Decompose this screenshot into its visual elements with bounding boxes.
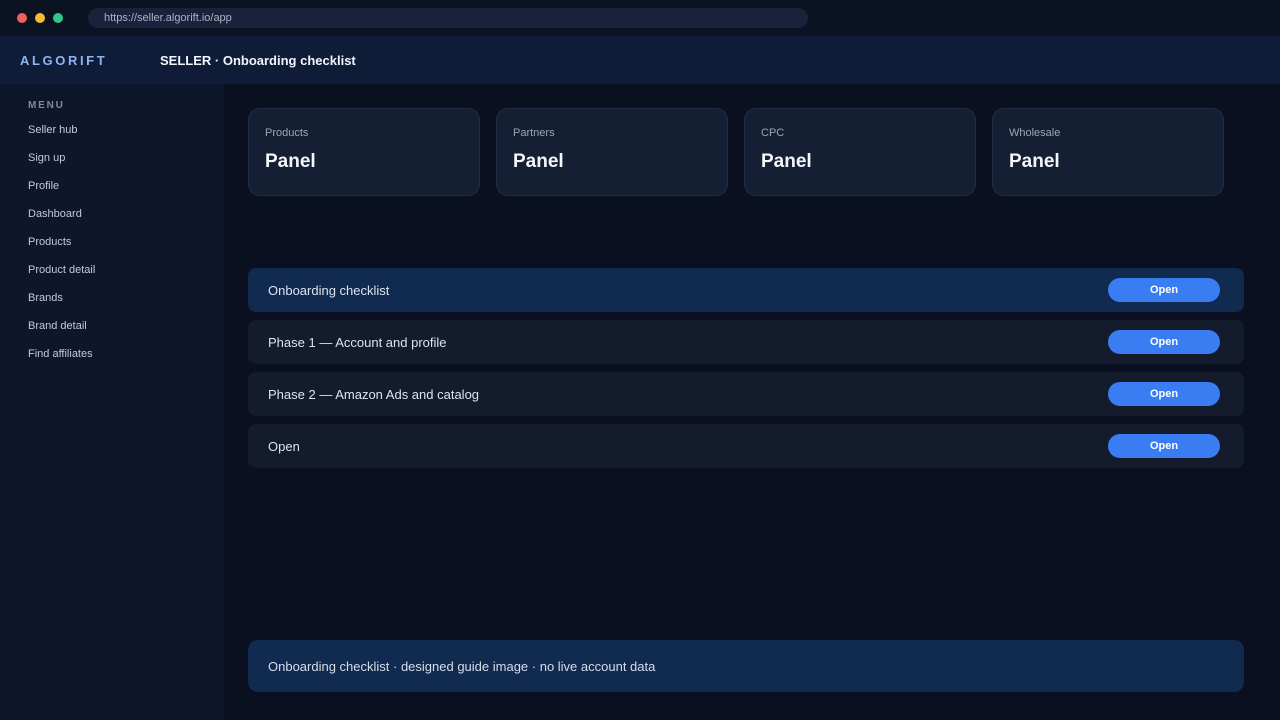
- sidebar-item-product-detail[interactable]: Product detail: [28, 263, 95, 291]
- row-label: Phase 1 — Account and profile: [268, 335, 447, 350]
- stat-value: Panel: [513, 151, 564, 172]
- window-minimize-dot[interactable]: [35, 13, 45, 23]
- sidebar: MENU Seller hub Sign up Profile Dashboar…: [0, 84, 224, 720]
- window-close-dot[interactable]: [17, 13, 27, 23]
- app-header: ALGORIFT SELLER · Onboarding checklist: [0, 36, 1280, 84]
- stat-label: CPC: [761, 127, 785, 139]
- row-label: Onboarding checklist: [268, 283, 390, 298]
- sidebar-item-dashboard[interactable]: Dashboard: [28, 207, 95, 235]
- browser-bar: https://seller.algorift.io/app: [0, 0, 1280, 36]
- sidebar-item-brands[interactable]: Brands: [28, 291, 95, 319]
- open-button[interactable]: Open: [1108, 382, 1220, 406]
- sidebar-item-brand-detail[interactable]: Brand detail: [28, 319, 95, 347]
- nav-list: Seller hub Sign up Profile Dashboard Pro…: [28, 123, 95, 375]
- row-label: Phase 2 — Amazon Ads and catalog: [268, 387, 480, 402]
- brand-logo[interactable]: ALGORIFT: [20, 36, 107, 86]
- checklist-row-phase-2[interactable]: Phase 2 — Amazon Ads and catalog Open: [248, 372, 1244, 416]
- window-maximize-dot[interactable]: [53, 13, 63, 23]
- checklist-row-open[interactable]: Open Open: [248, 424, 1244, 468]
- page-title: SELLER · Onboarding checklist: [160, 53, 356, 68]
- sidebar-item-sign-up[interactable]: Sign up: [28, 151, 95, 179]
- open-button[interactable]: Open: [1108, 278, 1220, 302]
- menu-heading: MENU: [28, 100, 65, 111]
- stat-card-cpc[interactable]: CPC Panel: [744, 108, 976, 196]
- main-content: Products Panel Partners Panel CPC Panel …: [224, 84, 1280, 720]
- checklist-row-phase-1[interactable]: Phase 1 — Account and profile Open: [248, 320, 1244, 364]
- sidebar-item-products[interactable]: Products: [28, 235, 95, 263]
- stat-label: Partners: [513, 127, 555, 139]
- checklist-row-onboarding[interactable]: Onboarding checklist Open: [248, 268, 1244, 312]
- open-button[interactable]: Open: [1108, 330, 1220, 354]
- stat-card-products[interactable]: Products Panel: [248, 108, 480, 196]
- footer-note-text: Onboarding checklist · designed guide im…: [268, 659, 656, 674]
- stat-card-wholesale[interactable]: Wholesale Panel: [992, 108, 1224, 196]
- sidebar-item-find-affiliates[interactable]: Find affiliates: [28, 347, 95, 375]
- address-bar[interactable]: https://seller.algorift.io/app: [88, 8, 808, 28]
- stat-value: Panel: [265, 151, 316, 172]
- footer-note: Onboarding checklist · designed guide im…: [248, 640, 1244, 692]
- stat-label: Wholesale: [1009, 127, 1061, 139]
- stat-value: Panel: [1009, 151, 1060, 172]
- stat-value: Panel: [761, 151, 812, 172]
- open-button[interactable]: Open: [1108, 434, 1220, 458]
- stat-label: Products: [265, 127, 309, 139]
- sidebar-item-profile[interactable]: Profile: [28, 179, 95, 207]
- sidebar-item-seller-hub[interactable]: Seller hub: [28, 123, 95, 151]
- row-label: Open: [268, 439, 300, 454]
- stat-card-partners[interactable]: Partners Panel: [496, 108, 728, 196]
